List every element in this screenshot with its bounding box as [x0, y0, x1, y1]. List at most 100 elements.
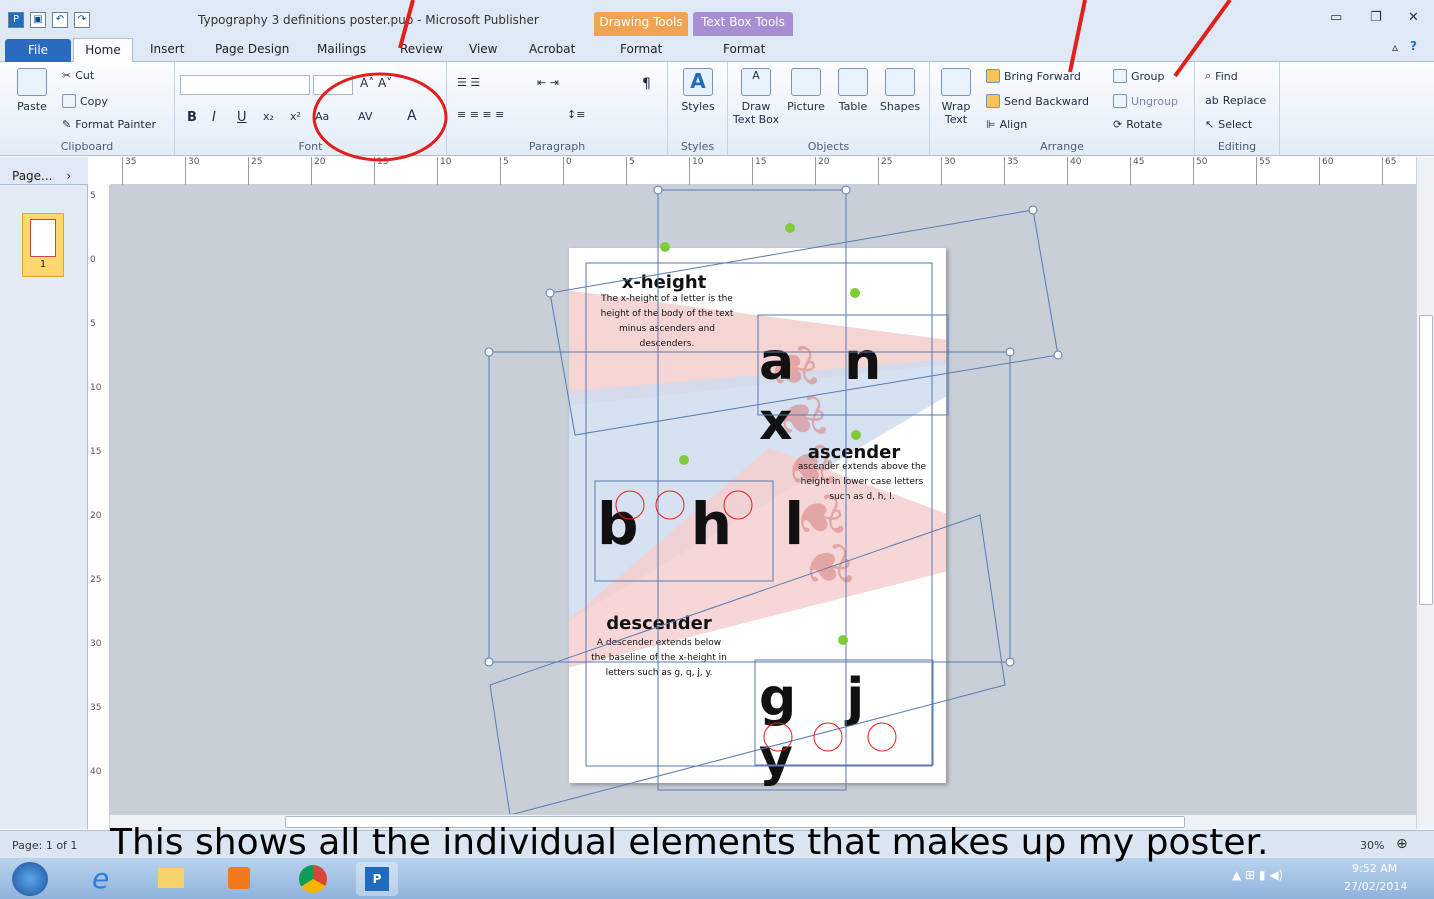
- tab-review[interactable]: Review: [400, 42, 443, 56]
- editing-group: ⌕ Find ab Replace ↖ Select Editing: [1195, 62, 1280, 155]
- tab-format-text-box[interactable]: Format: [723, 42, 765, 56]
- wrap-text-button[interactable]: Wrap Text: [932, 68, 980, 126]
- resize-handle[interactable]: [1053, 350, 1063, 360]
- save-icon[interactable]: ▣: [30, 12, 46, 28]
- tab-view[interactable]: View: [469, 42, 497, 56]
- undo-icon[interactable]: ↶: [52, 12, 68, 28]
- table-button[interactable]: Table: [829, 68, 877, 113]
- send-backward-button[interactable]: Send Backward: [986, 94, 1089, 108]
- subscript-button[interactable]: x₂: [263, 110, 274, 123]
- font-size-select[interactable]: [313, 75, 353, 95]
- minimize-icon[interactable]: ▭: [1330, 10, 1342, 25]
- rotate-button[interactable]: ⟳ Rotate: [1113, 118, 1162, 131]
- tab-acrobat[interactable]: Acrobat: [529, 42, 575, 56]
- rotate-handle[interactable]: [851, 430, 861, 440]
- font-name-select[interactable]: [180, 75, 310, 95]
- styles-icon: A: [683, 68, 713, 96]
- select-button[interactable]: ↖ Select: [1205, 118, 1252, 131]
- cursor-icon: ↖: [1205, 118, 1215, 131]
- vertical-scrollbar[interactable]: [1416, 157, 1434, 829]
- document-canvas[interactable]: ❦❦❦❦❦ x-height The x-height of a letter …: [110, 185, 1416, 829]
- windows-taskbar: e P ▲ ⊞ ▮ ◀) 9:52 AM 27/02/2014: [0, 858, 1434, 899]
- caption-text: This shows all the individual elements t…: [110, 822, 1269, 863]
- font-label: Font: [298, 140, 323, 153]
- restore-icon[interactable]: ❐: [1370, 10, 1382, 25]
- replace-button[interactable]: ab Replace: [1205, 94, 1266, 107]
- paste-button[interactable]: Paste: [8, 68, 56, 113]
- line-spacing-button[interactable]: ↕≡: [567, 108, 585, 121]
- bold-button[interactable]: B: [187, 110, 197, 125]
- tray-icons[interactable]: ▲ ⊞ ▮ ◀): [1232, 868, 1283, 882]
- resize-handle[interactable]: [484, 347, 494, 357]
- font-color-button[interactable]: A: [407, 108, 417, 124]
- bring-forward-button[interactable]: Bring Forward: [986, 69, 1081, 83]
- descender-guide-marker: [813, 722, 843, 752]
- bullets-button[interactable]: ☰ ☰: [457, 76, 480, 89]
- resize-handle[interactable]: [653, 185, 663, 195]
- publisher-app-icon[interactable]: P: [8, 12, 24, 28]
- tab-file[interactable]: File: [5, 39, 71, 62]
- ungroup-button[interactable]: Ungroup: [1113, 94, 1178, 108]
- help-icon[interactable]: ?: [1410, 39, 1417, 53]
- redo-icon[interactable]: ↷: [74, 12, 90, 28]
- ribbon-minimize-icon[interactable]: ▵: [1392, 40, 1398, 54]
- ruler-tick: 35: [1004, 157, 1018, 185]
- find-button[interactable]: ⌕ Find: [1205, 69, 1238, 83]
- tab-format-drawing[interactable]: Format: [620, 42, 662, 56]
- resize-handle[interactable]: [484, 657, 494, 667]
- clipboard-label: Clipboard: [60, 140, 114, 153]
- indent-button[interactable]: ⇤ ⇥: [537, 76, 559, 89]
- group-icon: [1113, 69, 1127, 83]
- rotate-handle[interactable]: [679, 455, 689, 465]
- picture-button[interactable]: Picture: [782, 68, 830, 113]
- cut-button[interactable]: ✂ Cut: [62, 69, 94, 82]
- start-button[interactable]: [12, 862, 48, 896]
- publisher-taskbar-icon[interactable]: P: [356, 862, 398, 896]
- internet-explorer-icon[interactable]: e: [84, 862, 126, 896]
- zoom-in-icon[interactable]: ⊕: [1396, 836, 1408, 852]
- thumbnail-preview: [30, 219, 56, 257]
- align-button[interactable]: ⊫ Align: [986, 118, 1027, 131]
- change-case-button[interactable]: Aa: [315, 110, 329, 123]
- superscript-button[interactable]: x²: [290, 110, 301, 123]
- resize-handle[interactable]: [545, 288, 555, 298]
- clock-date[interactable]: 27/02/2014: [1344, 880, 1407, 893]
- rotate-handle[interactable]: [838, 635, 848, 645]
- copy-button[interactable]: Copy: [62, 94, 108, 108]
- rotate-handle[interactable]: [660, 242, 670, 252]
- ruler-tick: 40: [90, 767, 102, 777]
- character-spacing-button[interactable]: AV: [358, 110, 372, 123]
- chrome-icon[interactable]: [292, 862, 334, 896]
- file-explorer-icon[interactable]: [150, 862, 192, 896]
- resize-handle[interactable]: [1028, 205, 1038, 215]
- page-pane-header[interactable]: Page... ›: [0, 157, 88, 185]
- rotate-handle[interactable]: [850, 288, 860, 298]
- ruler-tick: 0: [90, 255, 96, 265]
- italic-button[interactable]: I: [212, 110, 216, 125]
- styles-button[interactable]: A Styles: [674, 68, 722, 113]
- media-player-icon[interactable]: [218, 862, 260, 896]
- page-thumbnail[interactable]: 1: [22, 213, 64, 277]
- tab-page-design[interactable]: Page Design: [215, 42, 289, 56]
- tab-insert[interactable]: Insert: [150, 42, 184, 56]
- tab-home[interactable]: Home: [73, 38, 133, 63]
- draw-text-box-button[interactable]: A Draw Text Box: [732, 68, 780, 126]
- show-formatting-button[interactable]: ¶: [642, 76, 651, 92]
- rotate-handle[interactable]: [785, 223, 795, 233]
- clock-time[interactable]: 9:52 AM: [1352, 862, 1397, 875]
- vertical-scroll-thumb[interactable]: [1419, 315, 1433, 605]
- underline-button[interactable]: U: [237, 110, 247, 125]
- align-text-buttons[interactable]: ≡ ≡ ≡ ≡: [457, 108, 504, 121]
- group-button[interactable]: Group: [1113, 69, 1165, 83]
- format-painter-button[interactable]: ✎ Format Painter: [62, 118, 156, 131]
- table-icon: [838, 68, 868, 96]
- shapes-button[interactable]: Shapes: [876, 68, 924, 113]
- tab-mailings[interactable]: Mailings: [317, 42, 366, 56]
- close-icon[interactable]: ✕: [1408, 10, 1419, 25]
- resize-handle[interactable]: [841, 185, 851, 195]
- grow-font-button[interactable]: A˄ A˅: [360, 76, 392, 90]
- zoom-level[interactable]: 30%: [1360, 839, 1384, 852]
- resize-handle[interactable]: [1005, 657, 1015, 667]
- ascender-guide-marker: [723, 490, 753, 520]
- resize-handle[interactable]: [1005, 347, 1015, 357]
